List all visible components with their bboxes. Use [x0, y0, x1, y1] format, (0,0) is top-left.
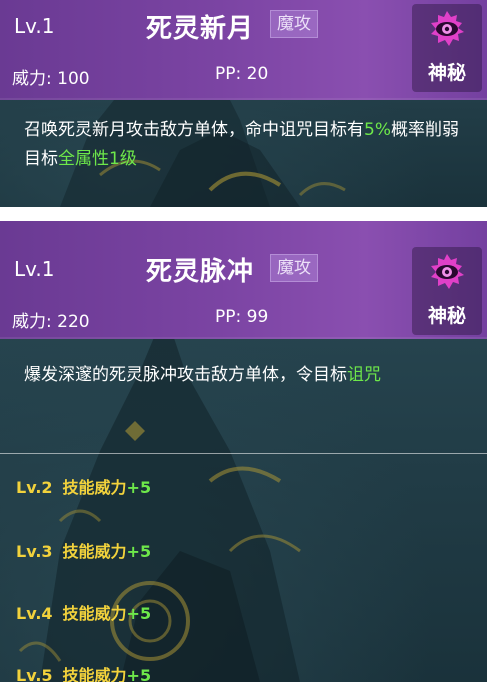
skill-type-tag: 魔攻	[270, 10, 318, 38]
description-highlight: 诅咒	[347, 365, 381, 385]
skill-description: 爆发深邃的死灵脉冲攻击敌方单体，令目标诅咒	[24, 361, 474, 390]
description-text: 爆发深邃的死灵脉冲攻击敌方单体，令目标	[24, 365, 347, 385]
upgrade-row: Lv.4 技能威力+5	[16, 600, 151, 624]
upgrade-row: Lv.2 技能威力+5	[16, 474, 151, 498]
mystic-eye-icon	[431, 11, 464, 46]
skill-header: Lv.1 死灵脉冲 魔攻 威力: 220 PP: 99 神秘	[0, 221, 487, 339]
skill-level: Lv.1	[14, 257, 55, 281]
upgrade-row: Lv.5 技能威力+5	[16, 662, 151, 682]
upgrade-label: 技能威力	[62, 478, 127, 497]
skill-card-2[interactable]: Lv.1 死灵脉冲 魔攻 威力: 220 PP: 99 神秘 爆发深邃的死灵脉冲…	[0, 221, 487, 682]
description-highlight: 全属性1级	[58, 149, 137, 169]
skill-name: 死灵脉冲	[146, 257, 255, 287]
skill-header: Lv.1 死灵新月 魔攻 威力: 100 PP: 20 神秘	[0, 0, 487, 100]
skill-pp: PP: 99	[215, 307, 269, 327]
attribute-badge[interactable]: 神秘	[412, 247, 482, 335]
divider	[0, 453, 487, 454]
skill-type-tag: 魔攻	[270, 254, 318, 282]
description-text: 召唤死灵新月攻击敌方单体，命中诅咒目标有	[24, 120, 364, 140]
description-highlight: 5%	[364, 120, 391, 140]
upgrade-row: Lv.3 技能威力+5	[16, 538, 151, 562]
mystic-eye-icon	[431, 254, 464, 289]
upgrade-bonus: +5	[126, 542, 152, 561]
attribute-label: 神秘	[427, 62, 466, 84]
skill-pp: PP: 20	[215, 64, 269, 84]
skill-power: 威力: 100	[12, 69, 90, 89]
skill-name: 死灵新月	[146, 14, 255, 44]
attribute-label: 神秘	[427, 305, 466, 327]
upgrade-level: Lv.3	[16, 542, 53, 561]
skill-power: 威力: 220	[12, 312, 90, 332]
upgrade-bonus: +5	[126, 604, 152, 623]
upgrade-label: 技能威力	[62, 542, 127, 561]
upgrade-bonus: +5	[126, 666, 152, 682]
upgrade-level: Lv.4	[16, 604, 53, 623]
attribute-badge[interactable]: 神秘	[412, 4, 482, 92]
upgrade-level: Lv.2	[16, 478, 53, 497]
skill-description: 召唤死灵新月攻击敌方单体，命中诅咒目标有5%概率削弱目标全属性1级	[24, 116, 474, 174]
upgrade-level: Lv.5	[16, 666, 53, 682]
upgrade-label: 技能威力	[62, 604, 127, 623]
skill-card-1[interactable]: Lv.1 死灵新月 魔攻 威力: 100 PP: 20 神秘 召唤死灵新月攻击敌…	[0, 0, 487, 207]
upgrade-bonus: +5	[126, 478, 152, 497]
skill-level: Lv.1	[14, 14, 55, 38]
upgrade-label: 技能威力	[62, 666, 127, 682]
